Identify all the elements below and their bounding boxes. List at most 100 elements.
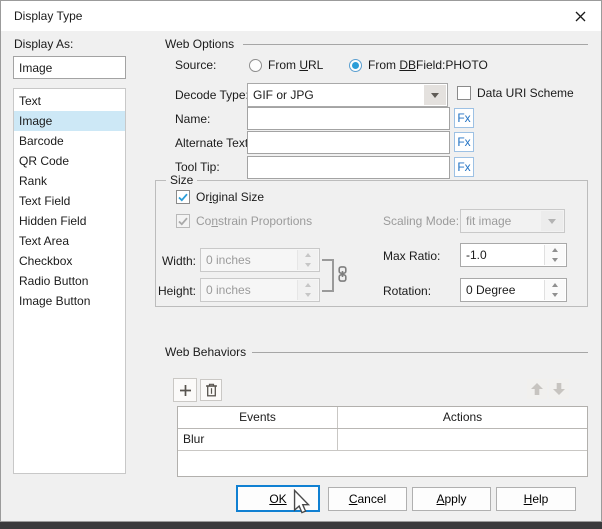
name-input[interactable] bbox=[247, 107, 450, 130]
width-value: 0 inches bbox=[206, 253, 251, 267]
list-item-text[interactable]: Text bbox=[14, 91, 125, 111]
list-item-barcode[interactable]: Barcode bbox=[14, 131, 125, 151]
display-as-list: Text Image Barcode QR Code Rank Text Fie… bbox=[13, 88, 126, 474]
data-uri-label: Data URI Scheme bbox=[477, 86, 574, 100]
rotation-label: Rotation: bbox=[383, 284, 432, 298]
move-down-button bbox=[549, 379, 569, 399]
spin-down-button[interactable] bbox=[545, 255, 565, 265]
spin-up-icon bbox=[552, 248, 558, 252]
tool-tip-fx-button[interactable]: Fx bbox=[454, 157, 474, 177]
behaviors-table: Events Actions Blur bbox=[177, 406, 588, 477]
apply-button[interactable]: Apply bbox=[412, 487, 491, 511]
spin-down-icon bbox=[305, 263, 311, 267]
height-value: 0 inches bbox=[206, 283, 251, 297]
add-behavior-button[interactable] bbox=[173, 378, 197, 402]
display-as-label: Display As: bbox=[14, 37, 74, 51]
link-bracket-bottom bbox=[322, 290, 334, 292]
link-bracket-vertical bbox=[332, 259, 334, 292]
screen: Display Type Display As: Text Image Barc… bbox=[0, 0, 602, 529]
decode-type-label: Decode Type: bbox=[175, 88, 249, 102]
behaviors-table-header: Events Actions bbox=[178, 407, 587, 429]
arrow-down-icon bbox=[553, 383, 565, 395]
spin-buttons bbox=[297, 250, 318, 270]
max-ratio-spinner[interactable]: -1.0 bbox=[460, 243, 567, 267]
source-label: Source: bbox=[175, 58, 217, 72]
move-up-button bbox=[527, 379, 547, 399]
spin-up-icon bbox=[305, 253, 311, 257]
spin-up-icon bbox=[552, 283, 558, 287]
dialog-title: Display Type bbox=[14, 9, 83, 23]
alternate-text-input[interactable] bbox=[247, 131, 450, 154]
list-item-text-field[interactable]: Text Field bbox=[14, 191, 125, 211]
spin-up-button bbox=[298, 280, 318, 290]
radio-selected-icon bbox=[349, 58, 362, 72]
original-size-label: Original Size bbox=[196, 190, 265, 204]
cancel-button[interactable]: Cancel bbox=[328, 487, 407, 511]
list-item-checkbox[interactable]: Checkbox bbox=[14, 251, 125, 271]
list-item-rank[interactable]: Rank bbox=[14, 171, 125, 191]
checkbox-checked-disabled-icon bbox=[176, 214, 190, 228]
radio-from-url-label: From URL bbox=[268, 57, 324, 72]
list-item-image-button[interactable]: Image Button bbox=[14, 291, 125, 311]
mouse-cursor-icon bbox=[293, 489, 310, 514]
list-item-hidden-field[interactable]: Hidden Field bbox=[14, 211, 125, 231]
delete-behavior-button[interactable] bbox=[200, 379, 222, 401]
width-spinner: 0 inches bbox=[200, 248, 320, 272]
checkbox-unchecked-icon bbox=[457, 86, 471, 100]
table-empty-area bbox=[178, 451, 587, 476]
help-button[interactable]: Help bbox=[496, 487, 576, 511]
checkbox-checked-icon bbox=[176, 190, 190, 204]
scaling-mode-label: Scaling Mode: bbox=[383, 214, 460, 228]
rotation-spinner[interactable]: 0 Degree bbox=[460, 278, 567, 302]
radio-from-url[interactable]: From URL bbox=[249, 57, 323, 73]
decode-type-dropdown[interactable]: GIF or JPG bbox=[247, 83, 448, 107]
height-spinner: 0 inches bbox=[200, 278, 320, 302]
constrain-proportions-checkbox-row: Constrain Proportions bbox=[176, 214, 312, 229]
max-ratio-label: Max Ratio: bbox=[383, 249, 441, 263]
check-icon bbox=[178, 217, 188, 226]
spin-buttons bbox=[544, 245, 565, 265]
close-icon bbox=[575, 11, 585, 21]
spin-down-icon bbox=[305, 293, 311, 297]
name-fx-button[interactable]: Fx bbox=[454, 108, 474, 128]
spin-up-button[interactable] bbox=[545, 245, 565, 255]
radio-dot-icon bbox=[352, 61, 359, 69]
tool-tip-input[interactable] bbox=[247, 156, 450, 179]
spin-buttons bbox=[297, 280, 318, 300]
action-cell[interactable] bbox=[338, 429, 587, 450]
spin-up-button bbox=[298, 250, 318, 260]
radio-unselected-icon bbox=[249, 58, 262, 72]
list-item-image[interactable]: Image bbox=[14, 111, 125, 131]
radio-from-dbfield-label: From DBField:PHOTO bbox=[368, 57, 488, 72]
event-cell[interactable]: Blur bbox=[178, 429, 338, 450]
events-column-header: Events bbox=[178, 407, 338, 428]
spin-up-button[interactable] bbox=[545, 280, 565, 290]
table-row[interactable]: Blur bbox=[178, 429, 587, 451]
display-as-input[interactable] bbox=[13, 56, 126, 79]
spin-up-icon bbox=[305, 283, 311, 287]
spin-down-icon bbox=[552, 293, 558, 297]
alternate-text-label: Alternate Text: bbox=[175, 136, 252, 150]
web-options-rule bbox=[243, 44, 588, 45]
data-uri-checkbox-row[interactable]: Data URI Scheme bbox=[457, 86, 574, 101]
original-size-checkbox-row[interactable]: Original Size bbox=[176, 190, 264, 205]
list-item-radio-button[interactable]: Radio Button bbox=[14, 271, 125, 291]
alternate-text-fx-button[interactable]: Fx bbox=[454, 132, 474, 152]
width-label: Width: bbox=[161, 254, 196, 268]
size-group-label: Size bbox=[166, 174, 198, 187]
spin-down-button[interactable] bbox=[545, 290, 565, 300]
arrow-up-icon bbox=[531, 383, 543, 395]
web-options-heading: Web Options bbox=[165, 37, 235, 51]
list-item-text-area[interactable]: Text Area bbox=[14, 231, 125, 251]
close-button[interactable] bbox=[571, 7, 589, 25]
chevron-down-icon bbox=[548, 218, 556, 224]
max-ratio-value: -1.0 bbox=[466, 248, 487, 262]
web-behaviors-heading: Web Behaviors bbox=[165, 345, 247, 359]
list-item-qr-code[interactable]: QR Code bbox=[14, 151, 125, 171]
chevron-down-icon bbox=[431, 92, 439, 98]
rotation-value: 0 Degree bbox=[466, 283, 516, 297]
check-icon bbox=[178, 193, 188, 202]
dropdown-arrow-box bbox=[424, 85, 446, 105]
name-label: Name: bbox=[175, 112, 211, 126]
radio-from-dbfield[interactable]: From DBField:PHOTO bbox=[349, 57, 488, 73]
